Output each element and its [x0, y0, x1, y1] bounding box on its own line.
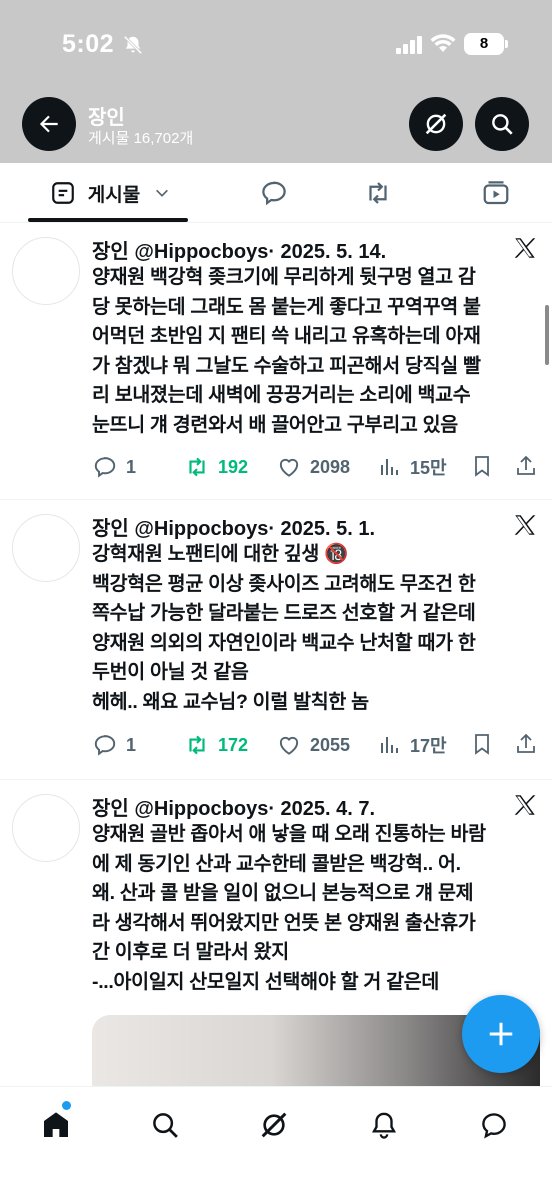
repost-button[interactable]: 192	[184, 454, 248, 480]
nav-home[interactable]	[36, 1105, 76, 1145]
tweet-header: 장인 @Hippocboys· 2025. 5. 1.	[92, 512, 375, 541]
tweet-text: 양재원 백강혁 좆크기에 무리하게 뒷구멍 열고 감 당 못하는데 그래도 몸 …	[92, 266, 481, 436]
repost-button[interactable]: 172	[184, 732, 248, 758]
view-count: 15만	[410, 458, 447, 478]
share-icon	[517, 455, 535, 475]
views-icon	[381, 459, 398, 475]
nav-notifications[interactable]	[364, 1105, 404, 1145]
x-logo-icon	[514, 795, 536, 815]
author-name[interactable]: 장인	[92, 241, 129, 263]
tab-replies[interactable]	[252, 163, 296, 223]
home-icon	[44, 1112, 68, 1137]
like-count: 2098	[310, 456, 351, 477]
signal-icon	[396, 36, 422, 54]
profile-tabs: 게시물	[0, 163, 552, 223]
tab-active-indicator	[28, 218, 188, 222]
x-logo-icon	[514, 238, 536, 258]
reply-icon	[94, 735, 116, 756]
tweet-item[interactable]: 장인 @Hippocboys· 2025. 5. 14. 양재원 백강혁 좆크기…	[0, 223, 552, 500]
author-handle[interactable]: @Hippocboys	[134, 798, 268, 820]
views-button[interactable]: 17만	[378, 732, 447, 758]
battery-indicator: 8	[464, 33, 504, 55]
notification-dot	[62, 1101, 71, 1110]
post-count: 게시물 16,702개	[88, 130, 194, 147]
share-icon	[517, 733, 535, 753]
profile-header: 장인 게시물 16,702개	[0, 85, 552, 163]
message-icon	[482, 1113, 506, 1139]
views-icon	[381, 737, 398, 753]
tweet-header: 장인 @Hippocboys· 2025. 5. 14.	[92, 235, 386, 264]
like-button[interactable]: 2098	[276, 454, 350, 480]
heart-icon	[279, 458, 299, 477]
tweet-header: 장인 @Hippocboys· 2025. 4. 7.	[92, 792, 375, 821]
repost-icon	[189, 735, 205, 755]
reply-count: 1	[126, 734, 137, 755]
search-icon	[492, 114, 513, 135]
tab-posts-label: 게시물	[87, 184, 141, 206]
back-button[interactable]	[22, 97, 76, 151]
nav-messages[interactable]	[474, 1105, 514, 1145]
video-icon	[483, 181, 509, 205]
status-bar: 5:02 8	[0, 0, 552, 85]
tweet-actions: 1 172 2055 17만	[92, 732, 542, 762]
reply-count: 1	[126, 456, 137, 477]
status-time: 5:02	[62, 30, 115, 58]
arrow-left-icon	[39, 115, 58, 133]
search-icon	[153, 1113, 178, 1138]
author-name[interactable]: 장인	[92, 798, 129, 820]
tweet-date: · 2025. 4. 7.	[268, 798, 376, 820]
battery-cap	[505, 40, 508, 48]
tweet-item[interactable]: 장인 @Hippocboys· 2025. 5. 1. 강혁재원 노팬티에 대한…	[0, 500, 552, 780]
grok-icon	[425, 113, 447, 135]
bookmark-button[interactable]	[470, 732, 494, 756]
tweet-text: 강혁재원 노팬티에 대한 깊생 🔞 백강혁은 평균 이상 좆사이즈 고려해도 무…	[92, 543, 476, 713]
compose-button[interactable]	[462, 995, 540, 1073]
bell-icon	[371, 1112, 397, 1139]
nav-search[interactable]	[145, 1105, 185, 1145]
bookmark-icon	[475, 456, 489, 477]
avatar[interactable]	[12, 514, 80, 582]
author-name[interactable]: 장인	[92, 518, 129, 540]
repost-icon	[189, 457, 205, 477]
wifi-icon	[430, 34, 456, 52]
tweet-date: · 2025. 5. 1.	[268, 518, 376, 540]
bookmark-icon	[475, 734, 489, 755]
grok-icon	[261, 1112, 287, 1138]
bookmark-button[interactable]	[470, 454, 494, 478]
page-title: 장인	[88, 107, 125, 129]
tab-media[interactable]	[474, 163, 518, 223]
share-button[interactable]	[514, 732, 538, 756]
views-button[interactable]: 15만	[378, 454, 447, 480]
tweet-date: · 2025. 5. 14.	[268, 241, 387, 263]
author-handle[interactable]: @Hippocboys	[134, 518, 268, 540]
avatar[interactable]	[12, 237, 80, 305]
like-count: 2055	[310, 734, 351, 755]
tweet-actions: 1 192 2098 15만	[92, 454, 542, 484]
author-handle[interactable]: @Hippocboys	[134, 241, 268, 263]
posts-icon	[51, 182, 74, 204]
repost-count: 192	[218, 456, 249, 477]
reply-button[interactable]: 1	[92, 454, 136, 480]
bottom-navigation	[0, 1086, 552, 1200]
x-logo-icon	[514, 515, 536, 535]
share-button[interactable]	[514, 454, 538, 478]
like-button[interactable]: 2055	[276, 732, 350, 758]
repost-count: 172	[218, 734, 249, 755]
tweet-text: 양재원 골반 좁아서 애 낳을 때 오래 진통하는 바람 에 제 동기인 산과 …	[92, 823, 486, 993]
reply-button[interactable]: 1	[92, 732, 136, 758]
reply-icon	[94, 457, 116, 478]
tab-posts[interactable]: 게시물	[40, 163, 180, 223]
nav-grok[interactable]	[254, 1105, 294, 1145]
avatar[interactable]	[12, 794, 80, 862]
heart-icon	[279, 736, 299, 755]
repost-icon	[369, 182, 387, 204]
view-count: 17만	[410, 736, 447, 756]
reply-icon	[262, 181, 286, 206]
search-button[interactable]	[475, 97, 529, 151]
tab-reposts[interactable]	[356, 163, 400, 223]
grok-button[interactable]	[409, 97, 463, 151]
chevron-down-icon	[156, 189, 169, 197]
bell-slash-icon	[123, 35, 143, 55]
plus-icon	[489, 1022, 513, 1046]
